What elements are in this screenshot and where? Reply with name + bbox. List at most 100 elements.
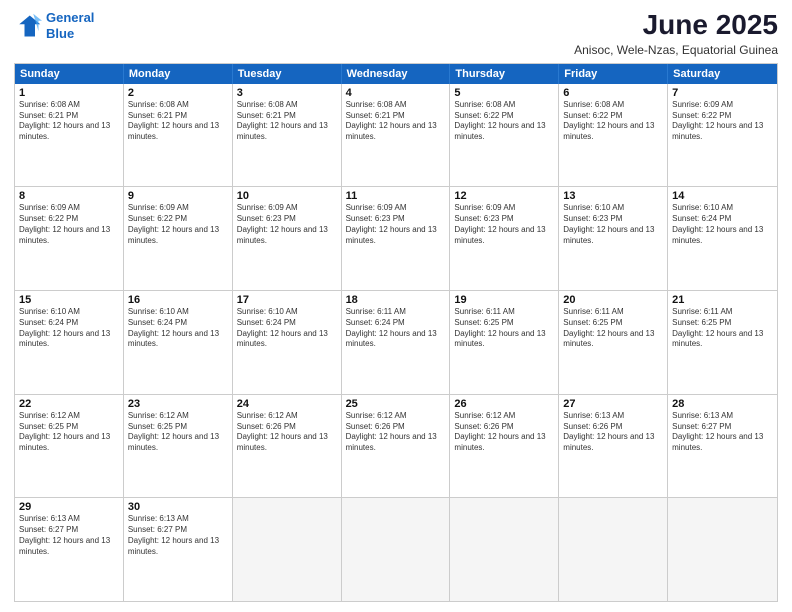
cell-info-line: Daylight: 12 hours and 13 minutes. xyxy=(454,329,554,351)
cell-info-line: Daylight: 12 hours and 13 minutes. xyxy=(346,225,446,247)
calendar-row-4: 22Sunrise: 6:12 AMSunset: 6:25 PMDayligh… xyxy=(15,394,777,498)
day-cell-17: 17Sunrise: 6:10 AMSunset: 6:24 PMDayligh… xyxy=(233,291,342,394)
cell-info-line: Daylight: 12 hours and 13 minutes. xyxy=(128,329,228,351)
cell-info-line: Sunrise: 6:12 AM xyxy=(237,411,337,422)
header-day-sunday: Sunday xyxy=(15,64,124,84)
cell-info-line: Sunset: 6:25 PM xyxy=(128,422,228,433)
cell-info-line: Sunset: 6:27 PM xyxy=(19,525,119,536)
cell-info-line: Sunrise: 6:08 AM xyxy=(237,100,337,111)
empty-cell xyxy=(668,498,777,601)
day-cell-24: 24Sunrise: 6:12 AMSunset: 6:26 PMDayligh… xyxy=(233,395,342,498)
day-cell-28: 28Sunrise: 6:13 AMSunset: 6:27 PMDayligh… xyxy=(668,395,777,498)
cell-info-line: Sunrise: 6:11 AM xyxy=(563,307,663,318)
cell-info-line: Sunset: 6:23 PM xyxy=(237,214,337,225)
day-cell-22: 22Sunrise: 6:12 AMSunset: 6:25 PMDayligh… xyxy=(15,395,124,498)
cell-info-line: Sunset: 6:24 PM xyxy=(237,318,337,329)
day-number: 19 xyxy=(454,294,554,306)
cell-info-line: Sunset: 6:21 PM xyxy=(237,111,337,122)
cell-info-line: Daylight: 12 hours and 13 minutes. xyxy=(672,225,773,247)
calendar-row-5: 29Sunrise: 6:13 AMSunset: 6:27 PMDayligh… xyxy=(15,497,777,601)
day-cell-2: 2Sunrise: 6:08 AMSunset: 6:21 PMDaylight… xyxy=(124,84,233,187)
day-number: 15 xyxy=(19,294,119,306)
cell-info-line: Sunset: 6:23 PM xyxy=(346,214,446,225)
day-cell-23: 23Sunrise: 6:12 AMSunset: 6:25 PMDayligh… xyxy=(124,395,233,498)
calendar-row-1: 1Sunrise: 6:08 AMSunset: 6:21 PMDaylight… xyxy=(15,84,777,187)
cell-info-line: Sunrise: 6:08 AM xyxy=(454,100,554,111)
cell-info-line: Sunset: 6:26 PM xyxy=(237,422,337,433)
logo-text: General Blue xyxy=(46,10,94,41)
day-number: 27 xyxy=(563,398,663,410)
cell-info-line: Sunset: 6:21 PM xyxy=(19,111,119,122)
day-number: 29 xyxy=(19,501,119,513)
cell-info-line: Sunset: 6:22 PM xyxy=(128,214,228,225)
cell-info-line: Daylight: 12 hours and 13 minutes. xyxy=(563,432,663,454)
cell-info-line: Daylight: 12 hours and 13 minutes. xyxy=(128,432,228,454)
cell-info-line: Daylight: 12 hours and 13 minutes. xyxy=(19,432,119,454)
subtitle: Anisoc, Wele-Nzas, Equatorial Guinea xyxy=(574,43,778,57)
cell-info-line: Daylight: 12 hours and 13 minutes. xyxy=(128,121,228,143)
cell-info-line: Daylight: 12 hours and 13 minutes. xyxy=(128,225,228,247)
cell-info-line: Daylight: 12 hours and 13 minutes. xyxy=(19,225,119,247)
day-cell-4: 4Sunrise: 6:08 AMSunset: 6:21 PMDaylight… xyxy=(342,84,451,187)
cell-info-line: Sunrise: 6:08 AM xyxy=(346,100,446,111)
day-number: 20 xyxy=(563,294,663,306)
cell-info-line: Daylight: 12 hours and 13 minutes. xyxy=(672,121,773,143)
cell-info-line: Daylight: 12 hours and 13 minutes. xyxy=(563,121,663,143)
day-cell-16: 16Sunrise: 6:10 AMSunset: 6:24 PMDayligh… xyxy=(124,291,233,394)
month-title: June 2025 xyxy=(574,10,778,41)
cell-info-line: Sunset: 6:25 PM xyxy=(19,422,119,433)
header-day-thursday: Thursday xyxy=(450,64,559,84)
cell-info-line: Sunrise: 6:10 AM xyxy=(19,307,119,318)
cell-info-line: Sunset: 6:21 PM xyxy=(346,111,446,122)
cell-info-line: Daylight: 12 hours and 13 minutes. xyxy=(237,225,337,247)
day-cell-10: 10Sunrise: 6:09 AMSunset: 6:23 PMDayligh… xyxy=(233,187,342,290)
cell-info-line: Daylight: 12 hours and 13 minutes. xyxy=(563,225,663,247)
cell-info-line: Sunset: 6:25 PM xyxy=(454,318,554,329)
day-cell-21: 21Sunrise: 6:11 AMSunset: 6:25 PMDayligh… xyxy=(668,291,777,394)
cell-info-line: Sunset: 6:22 PM xyxy=(19,214,119,225)
day-cell-13: 13Sunrise: 6:10 AMSunset: 6:23 PMDayligh… xyxy=(559,187,668,290)
cell-info-line: Sunrise: 6:09 AM xyxy=(19,203,119,214)
calendar-row-2: 8Sunrise: 6:09 AMSunset: 6:22 PMDaylight… xyxy=(15,186,777,290)
header-day-tuesday: Tuesday xyxy=(233,64,342,84)
cell-info-line: Sunrise: 6:09 AM xyxy=(346,203,446,214)
cell-info-line: Sunrise: 6:13 AM xyxy=(672,411,773,422)
calendar-header: SundayMondayTuesdayWednesdayThursdayFrid… xyxy=(15,64,777,84)
cell-info-line: Daylight: 12 hours and 13 minutes. xyxy=(237,329,337,351)
header: General Blue June 2025 Anisoc, Wele-Nzas… xyxy=(14,10,778,57)
day-number: 1 xyxy=(19,87,119,99)
calendar-row-3: 15Sunrise: 6:10 AMSunset: 6:24 PMDayligh… xyxy=(15,290,777,394)
cell-info-line: Sunrise: 6:13 AM xyxy=(19,514,119,525)
cell-info-line: Sunset: 6:24 PM xyxy=(672,214,773,225)
day-cell-5: 5Sunrise: 6:08 AMSunset: 6:22 PMDaylight… xyxy=(450,84,559,187)
cell-info-line: Daylight: 12 hours and 13 minutes. xyxy=(454,121,554,143)
day-number: 30 xyxy=(128,501,228,513)
cell-info-line: Daylight: 12 hours and 13 minutes. xyxy=(19,121,119,143)
day-number: 8 xyxy=(19,190,119,202)
day-number: 16 xyxy=(128,294,228,306)
cell-info-line: Sunrise: 6:10 AM xyxy=(672,203,773,214)
day-cell-27: 27Sunrise: 6:13 AMSunset: 6:26 PMDayligh… xyxy=(559,395,668,498)
header-day-saturday: Saturday xyxy=(668,64,777,84)
cell-info-line: Sunrise: 6:11 AM xyxy=(346,307,446,318)
cell-info-line: Sunset: 6:23 PM xyxy=(563,214,663,225)
day-cell-1: 1Sunrise: 6:08 AMSunset: 6:21 PMDaylight… xyxy=(15,84,124,187)
cell-info-line: Sunrise: 6:12 AM xyxy=(454,411,554,422)
day-number: 26 xyxy=(454,398,554,410)
page: General Blue June 2025 Anisoc, Wele-Nzas… xyxy=(0,0,792,612)
header-day-monday: Monday xyxy=(124,64,233,84)
day-cell-26: 26Sunrise: 6:12 AMSunset: 6:26 PMDayligh… xyxy=(450,395,559,498)
cell-info-line: Sunrise: 6:10 AM xyxy=(563,203,663,214)
empty-cell xyxy=(342,498,451,601)
day-number: 4 xyxy=(346,87,446,99)
cell-info-line: Sunset: 6:26 PM xyxy=(563,422,663,433)
day-number: 6 xyxy=(563,87,663,99)
day-number: 24 xyxy=(237,398,337,410)
day-number: 13 xyxy=(563,190,663,202)
cell-info-line: Sunset: 6:27 PM xyxy=(672,422,773,433)
day-cell-18: 18Sunrise: 6:11 AMSunset: 6:24 PMDayligh… xyxy=(342,291,451,394)
day-number: 3 xyxy=(237,87,337,99)
empty-cell xyxy=(450,498,559,601)
calendar: SundayMondayTuesdayWednesdayThursdayFrid… xyxy=(14,63,778,602)
day-number: 9 xyxy=(128,190,228,202)
